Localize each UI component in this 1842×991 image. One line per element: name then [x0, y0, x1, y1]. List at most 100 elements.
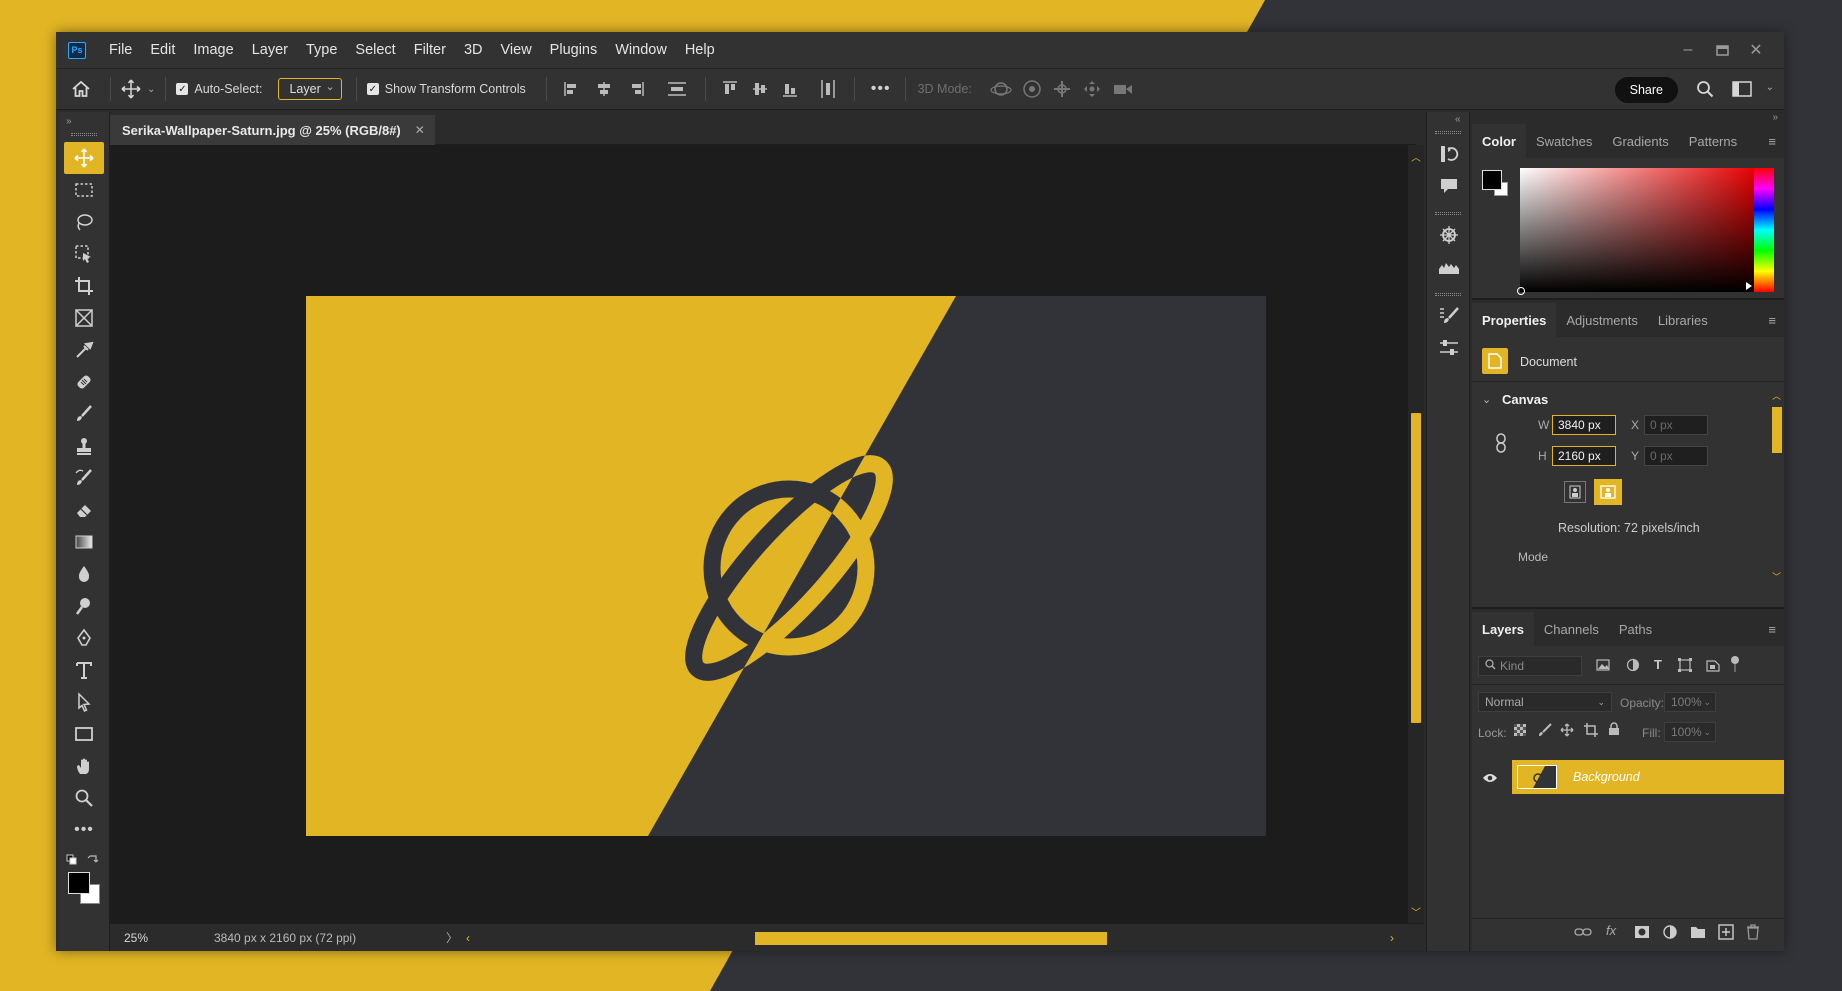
- lock-transparent-icon[interactable]: [1514, 724, 1526, 736]
- menu-select[interactable]: Select: [346, 42, 404, 58]
- history-panel-icon[interactable]: [1427, 138, 1471, 170]
- blur-tool[interactable]: [64, 558, 104, 590]
- chevron-down-icon[interactable]: ⌄: [1482, 393, 1491, 406]
- move-tool-icon[interactable]: [121, 79, 141, 99]
- brush-tool[interactable]: [64, 398, 104, 430]
- menu-3d[interactable]: 3D: [455, 42, 492, 58]
- align-right-icon[interactable]: [627, 81, 645, 97]
- expand-icon[interactable]: »: [66, 116, 109, 127]
- tab-color[interactable]: Color: [1472, 124, 1526, 158]
- zoom-tool[interactable]: [64, 782, 104, 814]
- menu-type[interactable]: Type: [297, 42, 346, 58]
- default-colors-icon[interactable]: [66, 854, 102, 866]
- hue-slider-marker[interactable]: [1746, 282, 1752, 290]
- scroll-right-icon[interactable]: ›: [1390, 931, 1394, 945]
- path-selection-tool[interactable]: [64, 686, 104, 718]
- menu-window[interactable]: Window: [606, 42, 676, 58]
- chevron-down-icon[interactable]: ⌄: [1766, 82, 1774, 93]
- tab-channels[interactable]: Channels: [1534, 612, 1609, 646]
- new-layer-icon[interactable]: [1718, 924, 1734, 940]
- maximize-icon[interactable]: [1710, 38, 1734, 62]
- filter-toggle-icon[interactable]: [1730, 655, 1740, 673]
- align-bottom-icon[interactable]: [782, 80, 798, 98]
- tab-adjustments[interactable]: Adjustments: [1556, 303, 1648, 337]
- menu-file[interactable]: File: [100, 42, 141, 58]
- brush-settings-icon[interactable]: [1427, 300, 1471, 332]
- color-picker-cursor[interactable]: [1517, 287, 1525, 295]
- adjustment-filter-icon[interactable]: [1626, 658, 1640, 672]
- link-layers-icon[interactable]: [1574, 927, 1592, 937]
- width-field[interactable]: 3840 px: [1552, 415, 1616, 435]
- color-field[interactable]: [1517, 168, 1756, 295]
- dodge-tool[interactable]: [64, 590, 104, 622]
- close-window-icon[interactable]: ✕: [1744, 38, 1768, 62]
- rectangle-tool[interactable]: [64, 718, 104, 750]
- clone-stamp-tool[interactable]: [64, 430, 104, 462]
- tab-libraries[interactable]: Libraries: [1648, 303, 1718, 337]
- fg-color-chip[interactable]: [1482, 170, 1502, 190]
- history-brush-tool[interactable]: [64, 462, 104, 494]
- 3d-pan-icon[interactable]: [1052, 79, 1072, 99]
- portrait-orientation-icon[interactable]: [1564, 481, 1586, 503]
- collapse-icon[interactable]: «: [1455, 114, 1469, 125]
- new-adjustment-icon[interactable]: [1662, 924, 1678, 940]
- scroll-down-icon[interactable]: ﹀: [1411, 904, 1421, 919]
- move-tool[interactable]: [64, 142, 104, 174]
- 3d-camera-icon[interactable]: [1112, 81, 1134, 97]
- panel-menu-icon[interactable]: ≡: [1768, 622, 1776, 637]
- panel-menu-icon[interactable]: ≡: [1768, 134, 1776, 149]
- search-icon[interactable]: [1696, 80, 1714, 98]
- fill-field[interactable]: 100% ⌄: [1664, 722, 1716, 742]
- eraser-tool[interactable]: [64, 494, 104, 526]
- tab-swatches[interactable]: Swatches: [1526, 124, 1602, 158]
- menu-layer[interactable]: Layer: [243, 42, 297, 58]
- foreground-color-swatch[interactable]: [68, 872, 90, 894]
- chevron-down-icon[interactable]: ⌄: [147, 84, 155, 95]
- close-tab-icon[interactable]: ✕: [415, 123, 425, 137]
- type-filter-icon[interactable]: T: [1654, 657, 1662, 672]
- shape-filter-icon[interactable]: [1678, 658, 1692, 672]
- new-group-icon[interactable]: [1690, 925, 1706, 939]
- histogram-panel-icon[interactable]: [1427, 251, 1471, 283]
- layer-name[interactable]: Background: [1573, 770, 1640, 784]
- align-middle-icon[interactable]: [752, 80, 768, 98]
- comments-panel-icon[interactable]: [1427, 170, 1471, 202]
- menu-filter[interactable]: Filter: [405, 42, 455, 58]
- canvas-section-title[interactable]: Canvas: [1502, 392, 1548, 407]
- menu-plugins[interactable]: Plugins: [541, 42, 607, 58]
- hand-tool[interactable]: [64, 750, 104, 782]
- y-field[interactable]: 0 px: [1644, 446, 1708, 466]
- lock-pixels-icon[interactable]: [1538, 723, 1552, 737]
- home-icon[interactable]: [62, 80, 100, 98]
- tab-gradients[interactable]: Gradients: [1602, 124, 1678, 158]
- hue-slider[interactable]: [1754, 168, 1774, 292]
- gradient-tool[interactable]: [64, 526, 104, 558]
- lasso-tool[interactable]: [64, 206, 104, 238]
- auto-select-checkbox[interactable]: ✓ Auto-Select:: [176, 82, 262, 96]
- tab-layers[interactable]: Layers: [1472, 612, 1534, 646]
- add-mask-icon[interactable]: [1634, 925, 1650, 939]
- tab-paths[interactable]: Paths: [1609, 612, 1662, 646]
- chevron-right-icon[interactable]: 〉: [446, 929, 458, 946]
- document-tab[interactable]: Serika-Wallpaper-Saturn.jpg @ 25% (RGB/8…: [110, 115, 435, 145]
- document-canvas[interactable]: [306, 296, 1266, 836]
- align-top-icon[interactable]: [722, 80, 738, 98]
- properties-scroll-thumb[interactable]: [1772, 407, 1782, 453]
- show-transform-checkbox[interactable]: ✓ Show Transform Controls: [366, 82, 526, 96]
- scroll-down-icon[interactable]: ﹀: [1772, 570, 1781, 583]
- crop-tool[interactable]: [64, 270, 104, 302]
- auto-select-dropdown[interactable]: Layer: [278, 78, 342, 100]
- distribute-horizontal-icon[interactable]: [820, 79, 836, 99]
- share-button[interactable]: Share: [1614, 77, 1678, 103]
- distribute-vertical-icon[interactable]: [667, 81, 687, 97]
- collapse-panels-icon[interactable]: »: [1772, 112, 1778, 123]
- lock-artboard-icon[interactable]: [1584, 723, 1598, 737]
- align-left-icon[interactable]: [563, 81, 581, 97]
- lock-all-icon[interactable]: [1608, 722, 1620, 736]
- edit-toolbar-icon[interactable]: •••: [64, 814, 104, 846]
- menu-view[interactable]: View: [492, 42, 541, 58]
- scroll-up-icon[interactable]: ︿: [1772, 389, 1781, 402]
- adjustments-icon[interactable]: [1427, 332, 1471, 364]
- vertical-scroll-thumb[interactable]: [1411, 413, 1421, 723]
- zoom-level[interactable]: 25%: [124, 931, 194, 945]
